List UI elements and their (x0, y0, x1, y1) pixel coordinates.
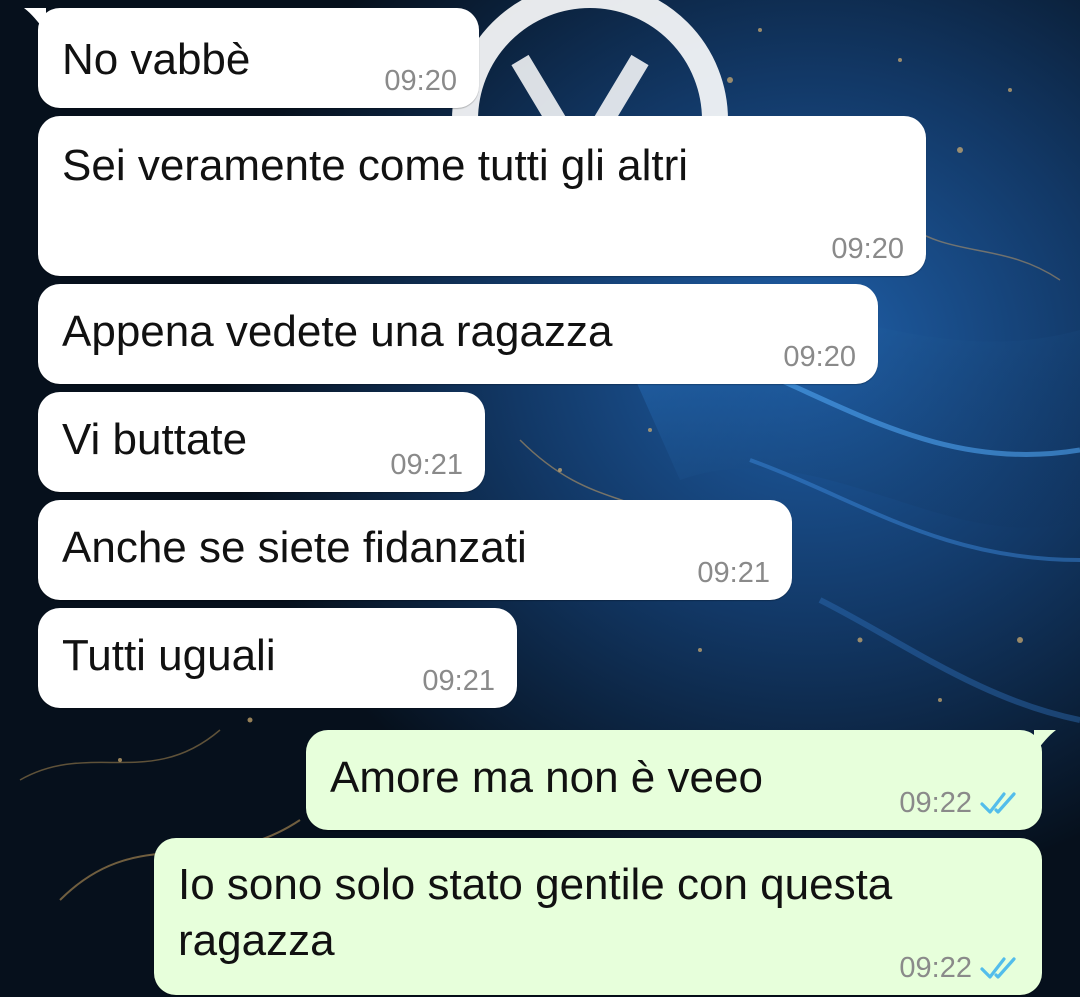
double-check-icon (980, 792, 1016, 814)
incoming-message[interactable]: Tutti uguali 09:21 (38, 608, 517, 708)
bubble-tail (1034, 730, 1056, 754)
incoming-message[interactable]: Appena vedete una ragazza 09:20 (38, 284, 878, 384)
message-text: Appena vedete una ragazza (62, 307, 613, 356)
message-meta: 09:20 (831, 232, 904, 266)
message-text: Vi buttate (62, 415, 248, 464)
outgoing-message[interactable]: Amore ma non è veeo 09:22 (306, 730, 1056, 830)
incoming-message[interactable]: No vabbè 09:20 (24, 8, 479, 108)
incoming-message[interactable]: Anche se siete fidanzati 09:21 (38, 500, 792, 600)
outgoing-message[interactable]: Io sono solo stato gentile con questa ra… (154, 838, 1042, 995)
incoming-message[interactable]: Vi buttate 09:21 (38, 392, 485, 492)
message-meta: 09:20 (384, 64, 457, 98)
message-time: 09:21 (697, 557, 770, 589)
double-check-icon (980, 957, 1016, 979)
message-text: Tutti uguali (62, 631, 276, 680)
message-meta: 09:21 (697, 556, 770, 590)
message-list[interactable]: No vabbè 09:20 Sei veramente come tutti … (0, 0, 1080, 997)
message-text: Sei veramente come tutti gli altri (62, 141, 689, 190)
message-meta: 09:21 (422, 664, 495, 698)
message-time: 09:20 (783, 341, 856, 373)
message-time: 09:22 (899, 952, 972, 984)
message-meta: 09:20 (783, 340, 856, 374)
message-meta: 09:22 (899, 951, 1020, 985)
bubble-tail (24, 8, 46, 32)
message-text: Anche se siete fidanzati (62, 523, 527, 572)
message-time: 09:22 (899, 787, 972, 819)
message-meta: 09:22 (899, 786, 1020, 820)
message-time: 09:20 (831, 233, 904, 265)
message-time: 09:20 (384, 65, 457, 97)
message-time: 09:21 (422, 665, 495, 697)
message-meta: 09:21 (390, 448, 463, 482)
message-time: 09:21 (390, 449, 463, 481)
message-text: No vabbè (62, 35, 251, 84)
incoming-message[interactable]: Sei veramente come tutti gli altri 09:20 (38, 116, 926, 276)
message-text: Amore ma non è veeo (330, 753, 763, 802)
message-text-line-2: ragazza (178, 916, 335, 965)
message-text-line-1: Io sono solo stato gentile con questa (178, 860, 893, 909)
